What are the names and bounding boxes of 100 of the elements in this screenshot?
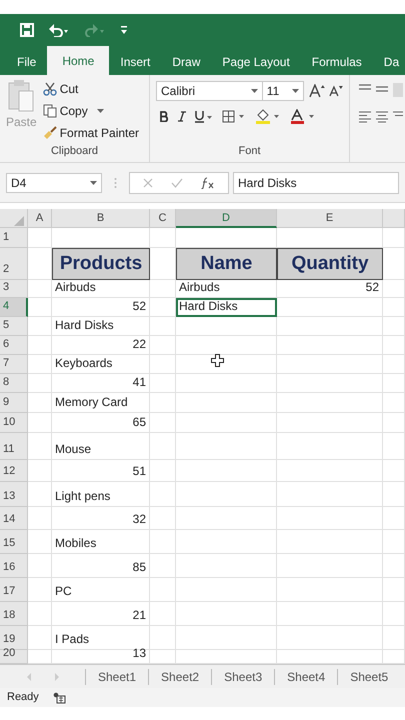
sheet-tab[interactable]: Sheet2 — [148, 668, 212, 684]
table-cell[interactable] — [383, 413, 405, 433]
table-cell[interactable]: Mobiles — [52, 530, 150, 554]
table-cell[interactable] — [150, 507, 176, 530]
copy-button[interactable]: Copy — [40, 101, 142, 121]
table-cell[interactable]: Memory Card — [52, 393, 150, 413]
row-header[interactable]: 7 — [0, 355, 28, 374]
format-painter-button[interactable]: Format Painter — [40, 123, 142, 143]
table-cell[interactable] — [28, 413, 52, 433]
table-cell[interactable] — [176, 433, 277, 460]
enter-icon[interactable] — [171, 178, 183, 188]
table-cell[interactable] — [176, 317, 277, 336]
insert-function-icon[interactable] — [201, 176, 215, 188]
column-header[interactable]: B — [52, 209, 150, 228]
table-cell[interactable] — [277, 554, 383, 578]
table-cell[interactable] — [277, 578, 383, 602]
table-cell[interactable] — [383, 626, 405, 650]
undo-icon[interactable] — [48, 23, 70, 37]
table-cell[interactable] — [383, 317, 405, 336]
column-header[interactable] — [383, 209, 405, 228]
table-cell[interactable]: 65 — [52, 413, 150, 433]
row-header[interactable]: 9 — [0, 393, 28, 413]
header-cell[interactable]: Name — [176, 248, 277, 280]
table-cell[interactable] — [383, 298, 405, 317]
table-cell[interactable]: 21 — [52, 602, 150, 626]
sheet-tab[interactable]: Sheet4 — [274, 668, 338, 684]
row-header[interactable]: 12 — [0, 460, 28, 482]
table-cell[interactable] — [383, 393, 405, 413]
row-header[interactable]: 3 — [0, 280, 28, 298]
row-header[interactable]: 6 — [0, 336, 28, 355]
table-cell[interactable]: Light pens — [52, 482, 150, 507]
row-header[interactable]: 11 — [0, 433, 28, 460]
table-cell[interactable] — [150, 602, 176, 626]
table-cell[interactable] — [28, 602, 52, 626]
table-cell[interactable] — [28, 507, 52, 530]
table-cell[interactable] — [383, 433, 405, 460]
formula-field[interactable]: Hard Disks — [233, 172, 399, 194]
table-cell[interactable] — [150, 578, 176, 602]
table-cell[interactable] — [383, 228, 405, 248]
ribbon-tab[interactable]: Formulas — [300, 49, 373, 75]
underline-icon[interactable] — [195, 110, 213, 123]
table-cell[interactable]: Airbuds — [52, 280, 150, 298]
table-cell[interactable] — [28, 433, 52, 460]
table-cell[interactable] — [28, 374, 52, 393]
align-left-icon[interactable] — [358, 111, 403, 123]
row-header[interactable]: 16 — [0, 554, 28, 578]
table-cell[interactable] — [28, 626, 52, 650]
row-header[interactable]: 14 — [0, 507, 28, 530]
table-cell[interactable]: Hard Disks — [176, 298, 277, 317]
table-cell[interactable] — [277, 374, 383, 393]
table-cell[interactable] — [28, 393, 52, 413]
align-top-icon[interactable] — [358, 83, 403, 97]
row-header[interactable]: 18 — [0, 602, 28, 626]
table-cell[interactable] — [28, 317, 52, 336]
table-cell[interactable] — [277, 460, 383, 482]
ribbon-tab[interactable]: Insert — [109, 49, 162, 75]
table-cell[interactable] — [176, 374, 277, 393]
table-cell[interactable] — [277, 355, 383, 374]
row-header[interactable]: 4 — [0, 298, 28, 317]
table-cell[interactable]: Mouse — [52, 433, 150, 460]
table-cell[interactable] — [150, 336, 176, 355]
table-cell[interactable] — [383, 554, 405, 578]
table-cell[interactable] — [28, 482, 52, 507]
table-cell[interactable]: 52 — [52, 298, 150, 317]
table-cell[interactable] — [150, 460, 176, 482]
table-cell[interactable] — [277, 626, 383, 650]
cancel-icon[interactable] — [143, 178, 153, 188]
macro-record-icon[interactable] — [52, 692, 66, 704]
table-cell[interactable] — [28, 578, 52, 602]
cut-button[interactable]: Cut — [40, 79, 142, 99]
table-cell[interactable] — [277, 507, 383, 530]
table-cell[interactable] — [383, 280, 405, 298]
borders-icon[interactable] — [222, 110, 246, 123]
redo-icon[interactable] — [84, 23, 106, 37]
table-cell[interactable] — [383, 355, 405, 374]
table-cell[interactable] — [176, 336, 277, 355]
table-cell[interactable] — [277, 413, 383, 433]
table-cell[interactable] — [176, 554, 277, 578]
table-cell[interactable] — [28, 355, 52, 374]
table-cell[interactable] — [150, 530, 176, 554]
table-cell[interactable] — [277, 298, 383, 317]
table-cell[interactable] — [176, 460, 277, 482]
table-cell[interactable] — [277, 433, 383, 460]
table-cell[interactable] — [176, 626, 277, 650]
table-cell[interactable]: 51 — [52, 460, 150, 482]
table-cell[interactable] — [277, 602, 383, 626]
customize-icon[interactable] — [120, 25, 128, 35]
ribbon-tab[interactable]: Page Layout — [211, 49, 301, 75]
table-cell[interactable]: 32 — [52, 507, 150, 530]
table-cell[interactable] — [150, 413, 176, 433]
table-cell[interactable] — [383, 248, 405, 280]
header-cell[interactable]: Quantity — [277, 248, 383, 280]
table-cell[interactable] — [150, 626, 176, 650]
table-cell[interactable] — [176, 413, 277, 433]
table-cell[interactable]: I Pads — [52, 626, 150, 650]
table-cell[interactable] — [176, 393, 277, 413]
column-header[interactable]: C — [150, 209, 176, 228]
table-cell[interactable]: 52 — [277, 280, 383, 298]
table-cell[interactable] — [383, 482, 405, 507]
row-header[interactable]: 20 — [0, 650, 28, 664]
